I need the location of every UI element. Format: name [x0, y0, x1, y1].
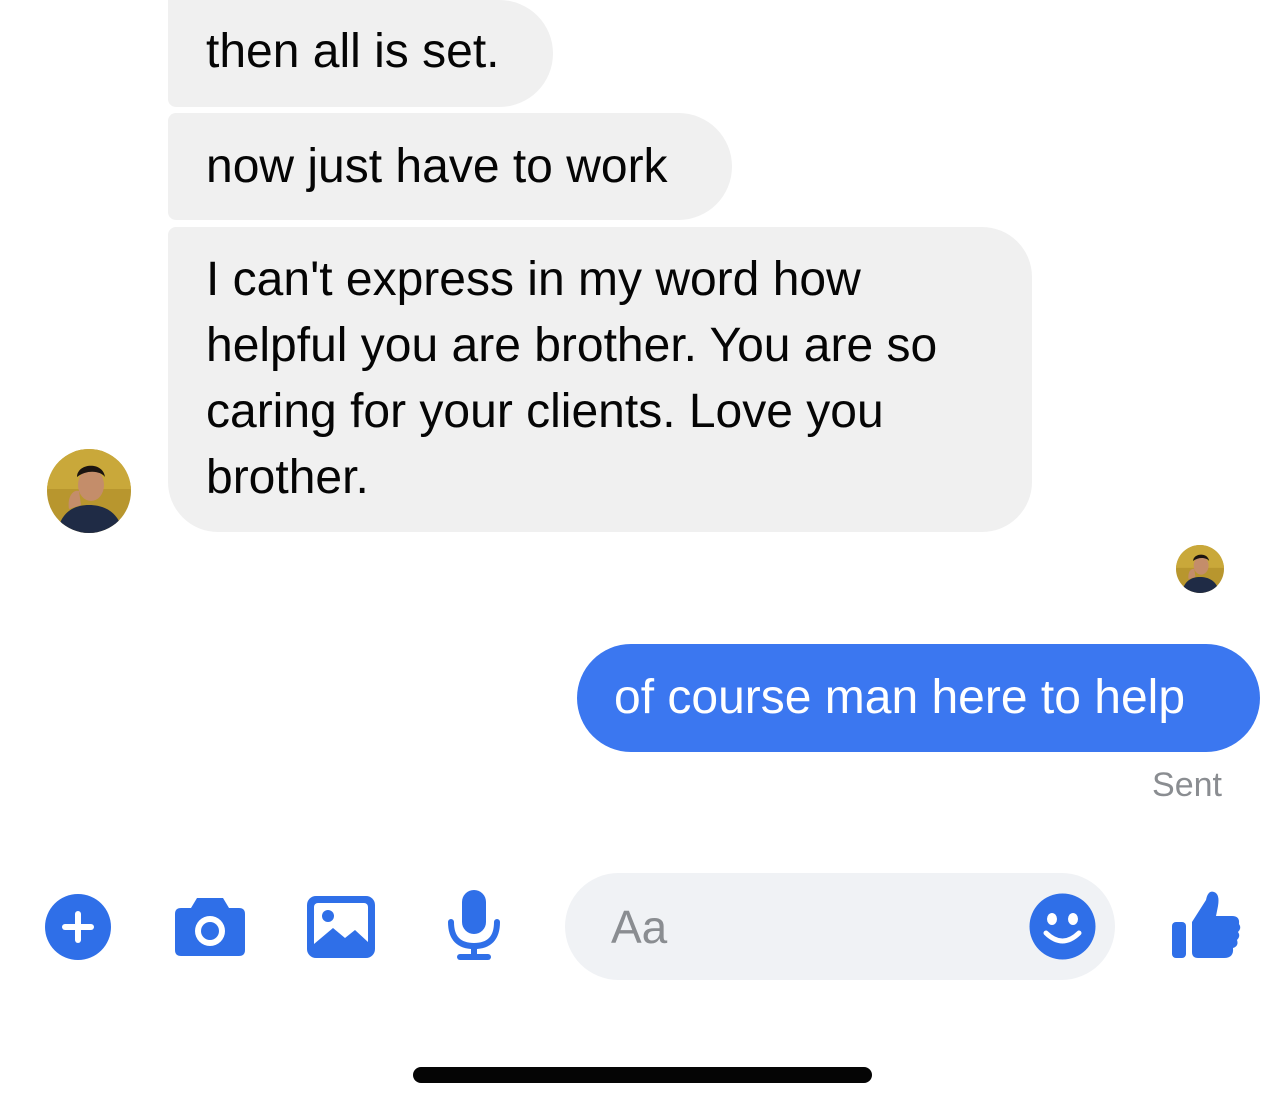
message-input[interactable]: [609, 895, 1013, 959]
incoming-message[interactable]: now just have to work: [168, 113, 732, 220]
plus-button[interactable]: [45, 894, 111, 960]
message-text: I can't express in my word how helpful y…: [206, 253, 938, 504]
seen-avatar: [1176, 545, 1224, 593]
contact-avatar[interactable]: [47, 449, 131, 533]
message-text: of course man here to help: [614, 671, 1186, 724]
incoming-message[interactable]: I can't express in my word how helpful y…: [168, 227, 1032, 532]
camera-button[interactable]: [173, 894, 247, 958]
gallery-button[interactable]: [307, 896, 375, 958]
plus-icon: [45, 894, 111, 960]
emoji-button[interactable]: [1029, 893, 1096, 960]
voice-button[interactable]: [446, 890, 502, 962]
message-composer: [565, 873, 1115, 980]
home-indicator[interactable]: [413, 1067, 872, 1083]
outgoing-message[interactable]: of course man here to help: [577, 644, 1260, 752]
message-text: now just have to work: [206, 140, 668, 193]
message-status: Sent: [1152, 766, 1222, 804]
emoji-icon: [1029, 893, 1096, 960]
microphone-icon: [448, 890, 500, 960]
message-text: then all is set.: [206, 25, 500, 78]
incoming-message[interactable]: then all is set.: [168, 0, 553, 107]
like-button[interactable]: [1170, 888, 1242, 960]
thumbs-up-icon: [1172, 891, 1241, 958]
image-icon: [307, 896, 375, 958]
camera-icon: [175, 898, 245, 956]
